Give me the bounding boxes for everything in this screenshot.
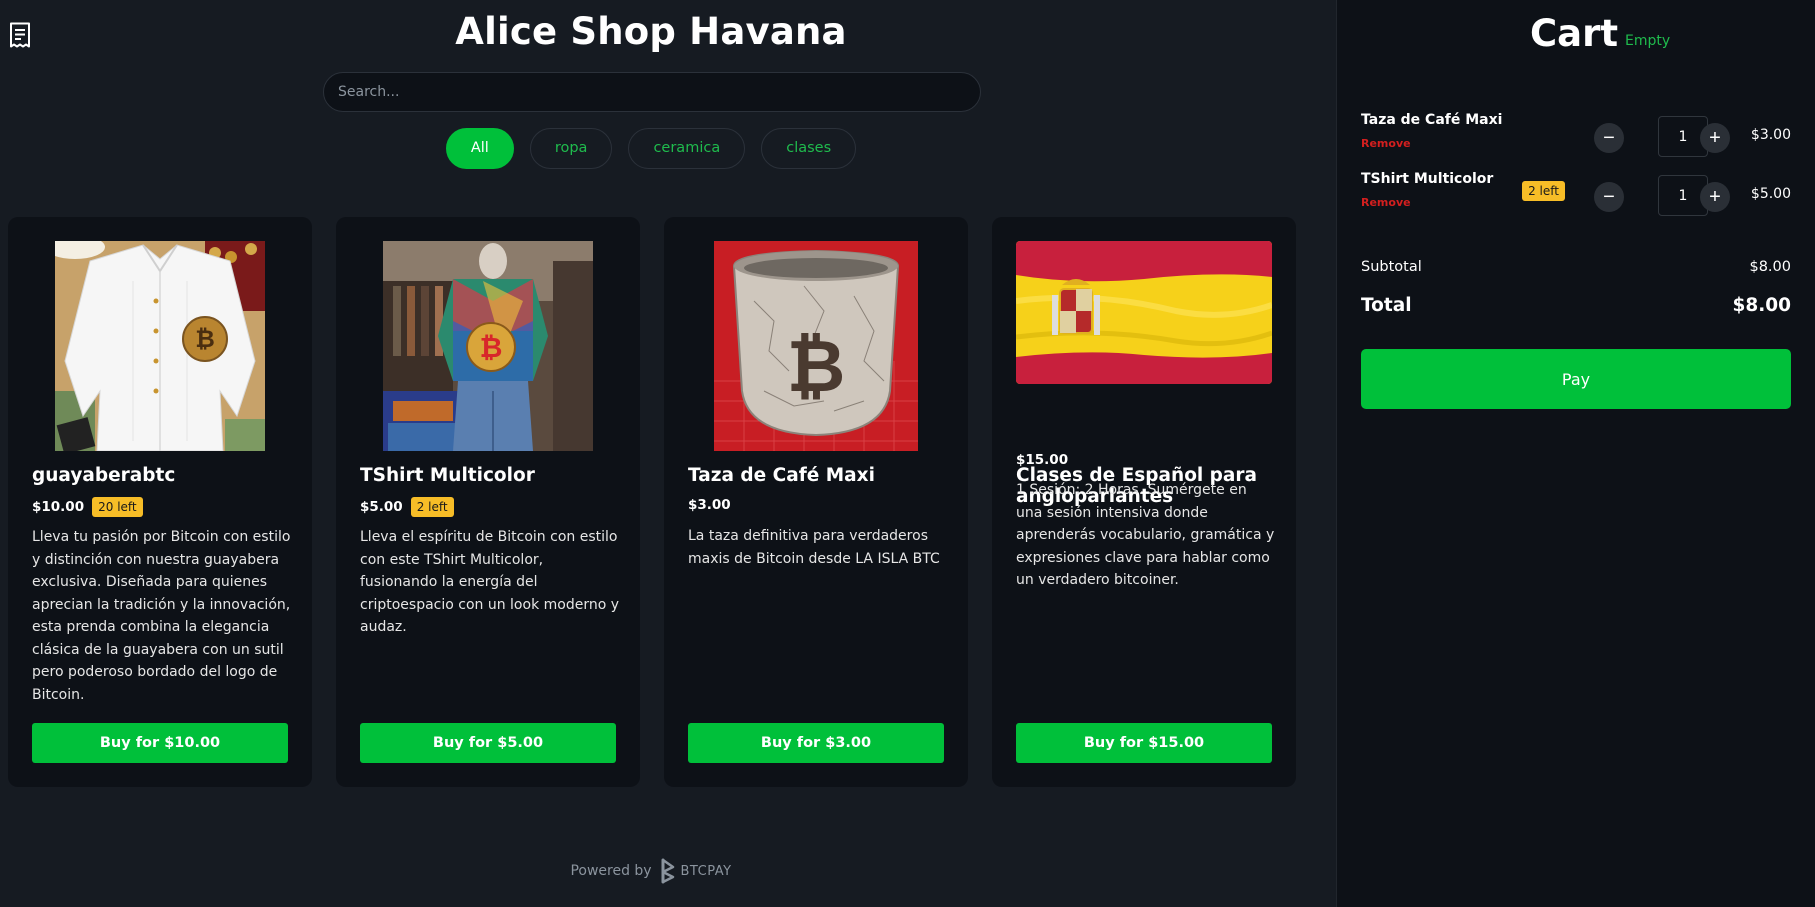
price-line: $5.00 2 left [360, 497, 454, 517]
cart-item-price: $5.00 [1750, 186, 1791, 202]
pay-button[interactable]: Pay [1361, 349, 1791, 409]
product-card: ₿ guayaberabtc $10.00 20 left Lleva tu p… [8, 217, 312, 787]
product-image-guayabera: ₿ [55, 241, 265, 451]
product-name: TShirt Multicolor [360, 465, 535, 486]
product-card: Clases de Español para angloparlantes $1… [992, 217, 1296, 787]
total-row: Total $8.00 [1361, 295, 1791, 316]
product-card: ₿ TShirt Multicolor $5.00 2 left Lleva e… [336, 217, 640, 787]
page: Alice Shop Havana All ropa ceramica clas… [0, 0, 1815, 907]
filter-clases[interactable]: clases [761, 128, 857, 169]
buy-button[interactable]: Buy for $10.00 [32, 723, 288, 763]
product-description: 1 Sesión: 2 Horas. Sumérgete en una sesi… [1016, 482, 1275, 588]
decrease-qty-button[interactable]: − [1594, 182, 1624, 212]
category-filters: All ropa ceramica clases [0, 128, 1302, 169]
stock-badge: 2 left [410, 497, 454, 517]
product-description: Lleva el espíritu de Bitcoin con estilo … [360, 529, 620, 635]
remove-button[interactable]: Remove [1361, 196, 1411, 209]
svg-text:₿: ₿ [195, 325, 215, 353]
subtotal-label: Subtotal [1361, 259, 1422, 275]
increase-qty-button[interactable]: + [1700, 182, 1730, 212]
filter-all[interactable]: All [445, 128, 514, 169]
filter-ropa[interactable]: ropa [529, 128, 613, 169]
buy-button[interactable]: Buy for $5.00 [360, 723, 616, 763]
shop-title: Alice Shop Havana [455, 10, 847, 53]
product-image-cup: ₿ [714, 241, 918, 451]
product-image-tshirt: ₿ [383, 241, 593, 451]
powered-by-text: Powered by [570, 863, 652, 879]
total-label: Total [1361, 295, 1412, 316]
empty-cart-button[interactable]: Empty [1625, 33, 1670, 49]
product-description: La taza definitiva para verdaderos maxis… [688, 528, 940, 567]
cart-item-price: $3.00 [1750, 127, 1791, 143]
btcpay-logo-icon [661, 858, 675, 884]
product-price: $15.00 [1016, 452, 1069, 468]
brand-name[interactable]: BTCPAY [681, 864, 732, 879]
cart-item: TShirt Multicolor Remove 2 left − + $5.0… [1361, 171, 1791, 216]
subtotal-row: Subtotal $8.00 [1361, 259, 1791, 275]
price-line: $10.00 20 left [32, 497, 143, 517]
filter-ceramica[interactable]: ceramica [628, 128, 746, 169]
product-image-spain-flag [1016, 241, 1272, 384]
svg-text:₿: ₿ [787, 324, 846, 408]
product-name: guayaberabtc [32, 465, 176, 486]
total-value: $8.00 [1732, 295, 1791, 316]
powered-by-footer: Powered by BTCPAY [0, 858, 1302, 884]
cart-panel: Cart Empty Taza de Café Maxi Remove − + … [1336, 0, 1815, 907]
product-price: $5.00 [360, 499, 403, 515]
buy-button[interactable]: Buy for $15.00 [1016, 723, 1272, 763]
svg-text:₿: ₿ [480, 331, 503, 364]
buy-button[interactable]: Buy for $3.00 [688, 723, 944, 763]
increase-qty-button[interactable]: + [1700, 123, 1730, 153]
cart-item-name: TShirt Multicolor [1361, 171, 1494, 187]
product-description: Lleva tu pasión por Bitcoin con estilo y… [32, 529, 291, 703]
product-price: $10.00 [32, 499, 85, 515]
price-line: $15.00 [1016, 452, 1068, 468]
products-area: Alice Shop Havana All ropa ceramica clas… [0, 0, 1336, 907]
stock-badge: 2 left [1522, 181, 1565, 201]
product-name: Taza de Café Maxi [688, 465, 875, 486]
cart-title: Cart [1530, 12, 1619, 55]
cart-item: Taza de Café Maxi Remove − + $3.00 [1361, 112, 1791, 157]
decrease-qty-button[interactable]: − [1594, 123, 1624, 153]
subtotal-value: $8.00 [1749, 259, 1791, 275]
product-price: $3.00 [688, 497, 731, 513]
price-line: $3.00 [688, 497, 731, 513]
product-card: ₿ Taza de Café Maxi $3.00 La taza defini… [664, 217, 968, 787]
stock-badge: 20 left [92, 497, 143, 517]
remove-button[interactable]: Remove [1361, 137, 1411, 150]
search-input[interactable] [323, 72, 981, 112]
cart-item-name: Taza de Café Maxi [1361, 112, 1503, 128]
